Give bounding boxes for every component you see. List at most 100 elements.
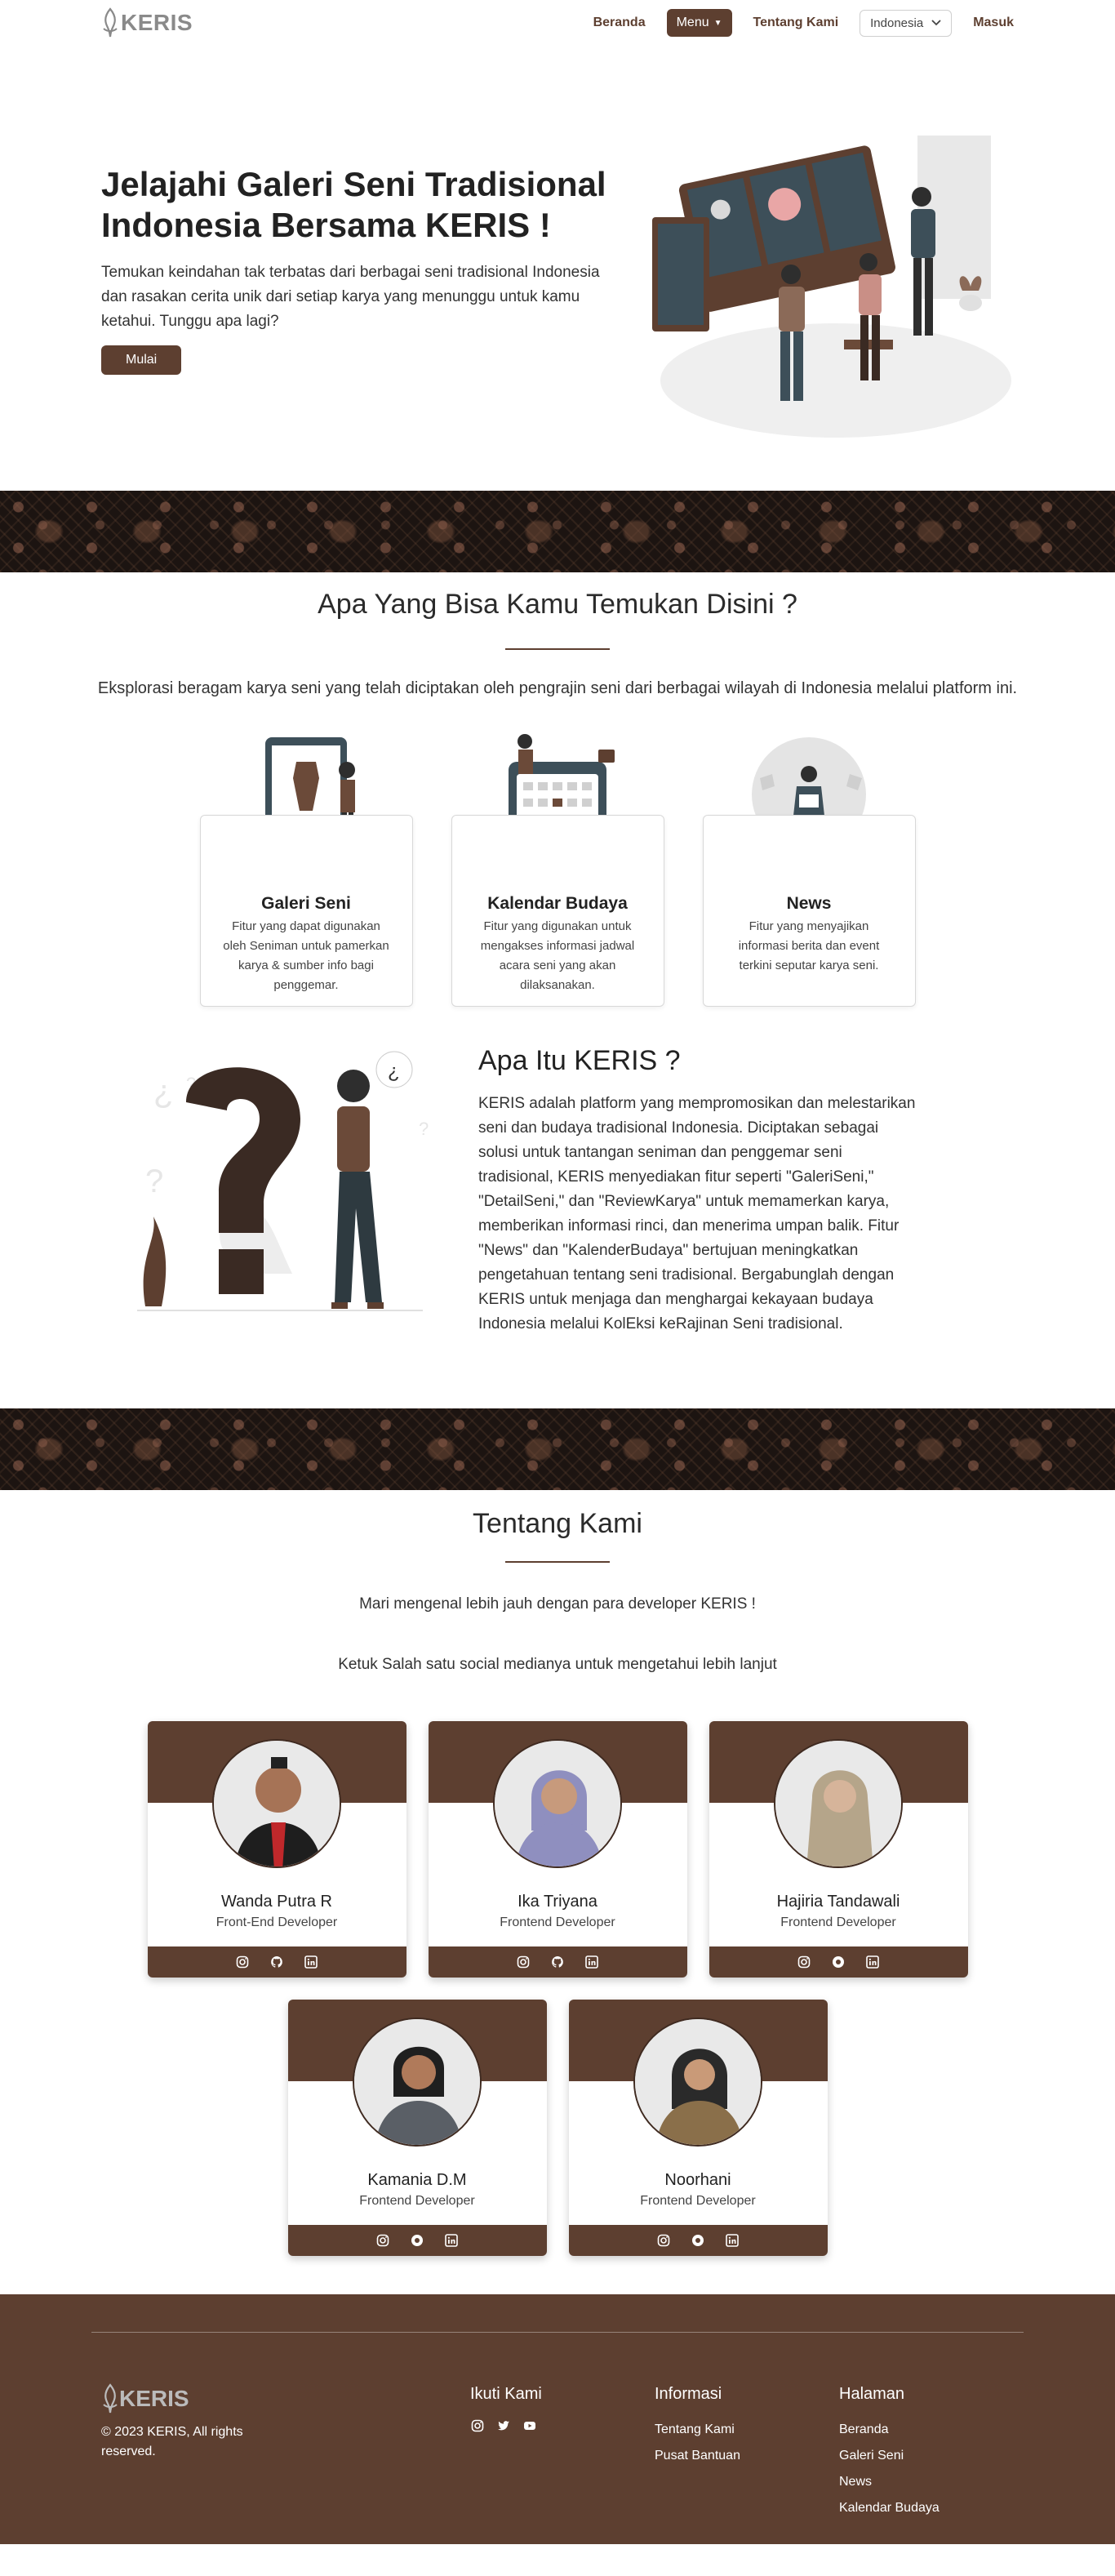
footer-link[interactable]: News [839, 2469, 1024, 2495]
member-role: Frontend Developer [359, 2194, 475, 2208]
hero-title: Jelajahi Galeri Seni Tradisional Indones… [101, 165, 606, 244]
member-social-bar [709, 1946, 968, 1978]
start-button[interactable]: Mulai [101, 345, 182, 375]
team-subtitle: Mari mengenal lebih jauh dengan para dev… [359, 1595, 756, 1613]
svg-text:?: ? [419, 1119, 429, 1139]
footer-link[interactable]: Kalendar Budaya [839, 2495, 1024, 2521]
keris-logo-icon [103, 7, 118, 38]
feature-card-description: Fitur yang dapat digunakan oleh Seniman … [223, 919, 389, 992]
youtube-icon[interactable] [522, 2418, 537, 2433]
member-social-bar [568, 2225, 828, 2256]
member-name: Noorhani [664, 2171, 731, 2189]
footer-link[interactable]: Galeri Seni [839, 2443, 1024, 2469]
twitter-icon[interactable] [496, 2418, 511, 2433]
github-icon[interactable] [691, 2233, 705, 2248]
features-description: Eksplorasi beragam karya seni yang telah… [97, 679, 1018, 697]
about-text: Apa Itu KERIS ? KERIS adalah platform ya… [478, 1029, 919, 1408]
features-section: Apa Yang Bisa Kamu Temukan Disini ? Eksp… [0, 572, 1115, 1029]
chevron-down-icon [931, 20, 941, 26]
member-name: Ika Triyana [518, 1893, 597, 1911]
features-title: Apa Yang Bisa Kamu Temukan Disini ? [318, 589, 797, 620]
footer-pages: Halaman Beranda Galeri Seni News Kalenda… [839, 2383, 1024, 2521]
brand-logo[interactable]: KERIS [101, 7, 193, 38]
linkedin-icon[interactable] [865, 1955, 880, 1969]
footer-link[interactable]: Beranda [839, 2417, 1024, 2443]
hero-description: Temukan keindahan tak terbatas dari berb… [101, 264, 600, 330]
nav-menu-dropdown[interactable]: Menu ▼ [666, 9, 732, 37]
member-name: Wanda Putra R [221, 1893, 332, 1911]
github-icon[interactable] [269, 1955, 284, 1969]
footer-link[interactable]: Pusat Bantuan [655, 2443, 839, 2469]
feature-card-title: Kalendar Budaya [487, 894, 628, 913]
footer-link[interactable]: Tentang Kami [655, 2417, 839, 2443]
hero-section: Jelajahi Galeri Seni Tradisional Indones… [0, 46, 1115, 491]
instagram-icon[interactable] [516, 1955, 531, 1969]
feature-card-box: Galeri Seni Fitur yang dapat digunakan o… [199, 815, 413, 1007]
member-card: Ika Triyana Frontend Developer [428, 1721, 687, 1978]
instagram-icon[interactable] [656, 2233, 671, 2248]
footer-info: Informasi Tentang Kami Pusat Bantuan [655, 2383, 839, 2521]
feature-cards: Galeri Seni Fitur yang dapat digunakan o… [0, 729, 1115, 1007]
member-card: Kamania D.M Frontend Developer [287, 2000, 547, 2256]
nav-about-link[interactable]: Tentang Kami [753, 16, 839, 30]
member-social-bar [287, 2225, 547, 2256]
feature-card-news[interactable]: News Fitur yang menyajikan informasi ber… [702, 729, 916, 1007]
feature-card-box: News Fitur yang menyajikan informasi ber… [702, 815, 916, 1007]
feature-card-galeri-seni[interactable]: Galeri Seni Fitur yang dapat digunakan o… [199, 729, 413, 1007]
linkedin-icon[interactable] [444, 2233, 459, 2248]
title-divider [505, 1561, 610, 1563]
question-mark-illustration: ¿ ? ? ? ¿ [121, 1029, 439, 1408]
language-select[interactable]: Indonesia [860, 9, 953, 37]
avatar [212, 1739, 341, 1868]
gallery-illustration [640, 46, 1015, 446]
feature-card-kalendar-budaya[interactable]: Kalendar Budaya Fitur yang digunakan unt… [451, 729, 664, 1007]
feature-card-title: News [786, 894, 832, 913]
brand-name: KERIS [121, 10, 193, 35]
instagram-icon[interactable] [375, 2233, 390, 2248]
member-card: Hajiria Tandawali Frontend Developer [709, 1721, 968, 1978]
team-subtitle-social: Ketuk Salah satu social medianya untuk m… [338, 1656, 777, 1673]
avatar [774, 1739, 903, 1868]
feature-card-description: Fitur yang digunakan untuk mengakses inf… [480, 919, 635, 992]
language-value: Indonesia [870, 16, 924, 30]
member-card: Wanda Putra R Front-End Developer [147, 1721, 406, 1978]
member-role: Frontend Developer [640, 2194, 756, 2208]
nav-login-link[interactable]: Masuk [973, 16, 1014, 30]
member-name: Kamania D.M [367, 2171, 467, 2189]
copyright: © 2023 KERIS, All rights reserved. [101, 2425, 243, 2458]
github-icon[interactable] [550, 1955, 565, 1969]
nav-home-link[interactable]: Beranda [593, 16, 646, 30]
nav-menu-label: Menu [676, 16, 709, 29]
keris-logo-icon [103, 2383, 118, 2414]
team-grid: Wanda Putra R Front-End Developer Ika Tr… [0, 1721, 1115, 2256]
linkedin-icon[interactable] [584, 1955, 599, 1969]
batik-pattern-band [0, 1408, 1115, 1490]
github-icon[interactable] [410, 2233, 424, 2248]
navbar: KERIS Beranda Menu ▼ Tentang Kami Indone… [0, 0, 1115, 46]
title-divider [505, 648, 610, 650]
linkedin-icon[interactable] [304, 1955, 318, 1969]
member-card: Noorhani Frontend Developer [568, 2000, 828, 2256]
github-icon[interactable] [831, 1955, 846, 1969]
footer-follow: Ikuti Kami [470, 2383, 655, 2521]
linkedin-icon[interactable] [725, 2233, 740, 2248]
feature-card-title: Galeri Seni [261, 894, 351, 913]
member-name: Hajiria Tandawali [776, 1893, 900, 1911]
instagram-icon[interactable] [470, 2418, 485, 2433]
member-role: Front-End Developer [215, 1915, 338, 1929]
svg-text:¿: ¿ [388, 1061, 400, 1083]
team-row: Wanda Putra R Front-End Developer Ika Tr… [147, 1721, 968, 1978]
footer-columns: KERIS © 2023 KERIS, All rights reserved.… [91, 2383, 1024, 2521]
footer: KERIS © 2023 KERIS, All rights reserved.… [0, 2294, 1115, 2544]
about-section: ¿ ? ? ? ¿ Apa Itu KERIS ? KERIS adalah p… [0, 1029, 1115, 1408]
footer-info-title: Informasi [655, 2385, 722, 2403]
team-row: Kamania D.M Frontend Developer Noorhani … [287, 2000, 828, 2256]
footer-pages-title: Halaman [839, 2385, 905, 2403]
footer-social-icons [470, 2418, 655, 2433]
footer-logo[interactable]: KERIS [101, 2383, 470, 2414]
member-social-bar [147, 1946, 406, 1978]
member-social-bar [428, 1946, 687, 1978]
instagram-icon[interactable] [797, 1955, 811, 1969]
instagram-icon[interactable] [235, 1955, 250, 1969]
about-body: KERIS adalah platform yang mempromosikan… [478, 1095, 916, 1332]
